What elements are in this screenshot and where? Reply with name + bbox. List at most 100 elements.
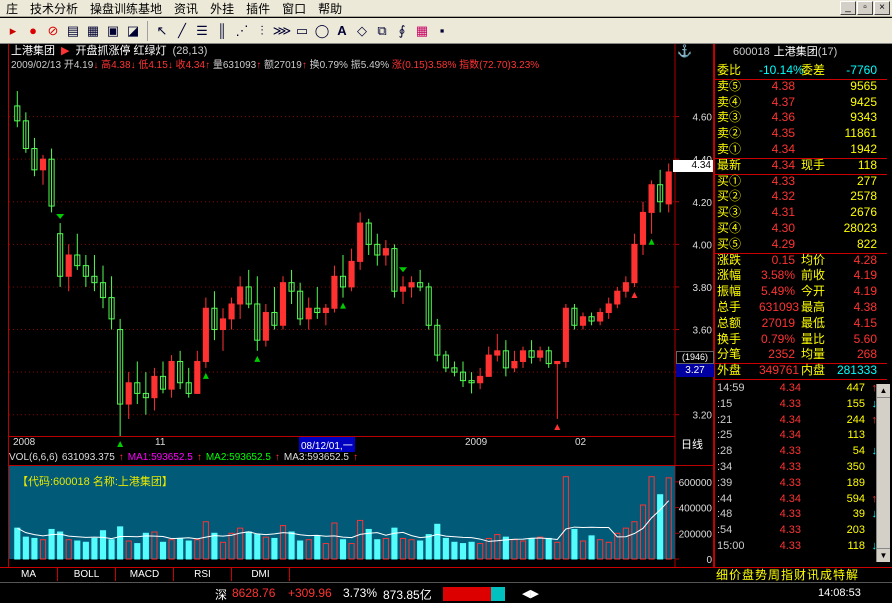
toolbar: ▸ ● ⊘ ▤ ▦ ▣ ◪ ↖ ╱ ☰ ║ ⋰ ⫶ ⋙ ▭ ◯ A ◇ ⧉ ∮ … — [0, 18, 892, 44]
arrow-up-icon: ↑ — [352, 452, 358, 463]
tab-macd[interactable]: MACD — [116, 568, 174, 581]
tick-row: :21 4.34 244 ↑ — [715, 413, 877, 429]
buy-signal-icon — [202, 372, 209, 379]
grid-icon[interactable]: ▤ — [64, 22, 82, 40]
tick-row: :25 4.34 113 — [715, 428, 877, 444]
menu-item-tech-analysis[interactable]: 技术分析 — [24, 0, 84, 17]
anchor-icon[interactable]: ⚓ — [677, 44, 692, 58]
stat-row-value: 5.49% — [760, 284, 795, 299]
menu-item-news[interactable]: 资讯 — [168, 0, 204, 17]
sell-level-row-label: 卖③ — [717, 110, 742, 125]
price-tick-label: 3.60 — [693, 326, 713, 337]
stock-code: 600018 — [733, 46, 770, 58]
date-cursor-label: 08/12/01,一 — [299, 437, 355, 452]
quote-tabs[interactable]: 细价盘势周指财讯成特解 — [714, 568, 886, 582]
volume-bar — [434, 523, 441, 560]
arrow-down-icon: ↓ — [167, 60, 173, 71]
tab-dmi[interactable]: DMI — [232, 568, 290, 581]
copy-icon[interactable]: ⧉ — [373, 22, 391, 40]
stat-row-value: 631093 — [759, 300, 800, 314]
candle-body — [262, 311, 269, 341]
text-icon[interactable]: A — [333, 22, 351, 40]
candle-body — [331, 275, 338, 309]
stat-row: 总手 631093 最高 4.38 — [715, 300, 877, 316]
candle-body — [554, 360, 561, 365]
volume-bar — [459, 543, 467, 560]
eraser-icon[interactable]: ◇ — [353, 22, 371, 40]
gann-icon[interactable]: ⫶ — [253, 22, 271, 40]
sell-level-row: 卖③ 4.36 9343 — [715, 110, 877, 126]
arrow-up-icon: ↑ — [118, 452, 124, 463]
tick-row: 15:00 4.33 118 ↓ — [715, 539, 877, 555]
palette-icon[interactable]: ▦ — [413, 22, 431, 40]
line-icon[interactable]: ╱ — [173, 22, 191, 40]
cursor-icon[interactable]: ↖ — [153, 22, 171, 40]
volume-bar — [468, 541, 475, 560]
info-open-label: 开 — [63, 60, 74, 71]
candle-body — [485, 354, 492, 377]
candle-body — [348, 260, 355, 288]
latest-price-row-value: 4.34 — [771, 157, 795, 172]
candle-body — [322, 307, 329, 313]
save-icon[interactable]: ▪ — [433, 22, 451, 40]
menu-item-window[interactable]: 窗口 — [276, 0, 312, 17]
menu-item-plugins[interactable]: 插件 — [240, 0, 276, 17]
minimize-button[interactable]: _ — [840, 1, 856, 15]
vol-tick-label: 0 — [706, 555, 712, 566]
vol-ma1: MA1:593652.5 — [127, 452, 193, 463]
chart-indicator-params: (28,13) — [172, 45, 208, 57]
stat-row: 涨跌 0.15 均价 4.28 — [715, 253, 877, 269]
status-arrows-icon: ◀▶ — [522, 588, 539, 600]
menu-item-plugin-ext[interactable]: 外挂 — [204, 0, 240, 17]
tick-time: :15 — [717, 397, 733, 410]
kline-chart-panel[interactable]: 6000004000002000000 4.604.404.204.003.80… — [8, 44, 715, 567]
tab-boll[interactable]: BOLL — [58, 568, 116, 581]
parallel-icon[interactable]: ║ — [213, 22, 231, 40]
formula-icon[interactable]: ∮ — [393, 22, 411, 40]
stop-icon[interactable]: ⊘ — [44, 22, 62, 40]
buy-signal-icon — [631, 291, 638, 298]
menu-item-zhuang[interactable]: 庄 — [0, 0, 24, 17]
rectangle-icon[interactable]: ▭ — [293, 22, 311, 40]
ellipse-icon[interactable]: ◯ — [313, 22, 331, 40]
stat-row-value2: 5.60 — [853, 331, 877, 346]
volume-bar — [82, 541, 89, 560]
quote-panel: 600018 上港集团(17) 委比 -10.14% 委差 -7760 卖⑤ 4.38 9565… — [714, 44, 887, 567]
volume-bar — [134, 543, 141, 560]
tab-ma[interactable]: MA — [0, 568, 58, 581]
menu-item-training[interactable]: 操盘训练基地 — [84, 0, 168, 17]
tick-scrollbar[interactable]: ▲ ▼ — [876, 384, 890, 562]
vol-panel-label: 【代码:600018 名称:上港集团】 — [17, 476, 173, 488]
cycle-icon[interactable]: ⋙ — [273, 22, 292, 40]
channel-icon[interactable]: ☰ — [193, 22, 211, 40]
period-label[interactable]: 日线 — [681, 436, 703, 452]
scroll-down-icon[interactable]: ▼ — [877, 548, 890, 562]
tick-row: :28 4.33 54 ↓ — [715, 444, 877, 460]
candle-body — [562, 307, 569, 362]
sell-level-row-value: 4.37 — [771, 94, 795, 109]
stat-row-value: 3.58% — [760, 268, 795, 283]
alarm-icon[interactable]: ● — [24, 22, 42, 40]
menu-item-help[interactable]: 帮助 — [312, 0, 348, 17]
buy-level-row-value: 4.33 — [771, 173, 795, 188]
tick-price: 4.33 — [779, 540, 801, 552]
vol-header-name: VOL(6,6,6) — [9, 452, 58, 463]
fan-icon[interactable]: ⋰ — [233, 22, 251, 40]
restore-button[interactable]: ▫ — [857, 1, 873, 15]
tab-rsi[interactable]: RSI — [174, 568, 232, 581]
window-icon[interactable]: ▣ — [104, 22, 122, 40]
table-icon[interactable]: ▦ — [84, 22, 102, 40]
candle-body — [665, 171, 672, 205]
chart-icon[interactable]: ◪ — [124, 22, 142, 40]
latest-price-row-label: 最新 — [717, 157, 742, 172]
volume-bar — [571, 528, 578, 560]
tick-row: :39 4.33 189 — [715, 476, 877, 492]
close-button[interactable]: × — [874, 1, 890, 15]
volume-bar — [254, 534, 261, 560]
pointer-icon[interactable]: ▸ — [4, 22, 22, 40]
arrow-down-icon: ↓ — [130, 60, 136, 71]
stat-row-label2: 今开 — [801, 284, 826, 299]
stat-row-value2: 4.15 — [853, 315, 877, 330]
status-updown-bar — [443, 587, 505, 601]
scroll-up-icon[interactable]: ▲ — [877, 384, 890, 398]
